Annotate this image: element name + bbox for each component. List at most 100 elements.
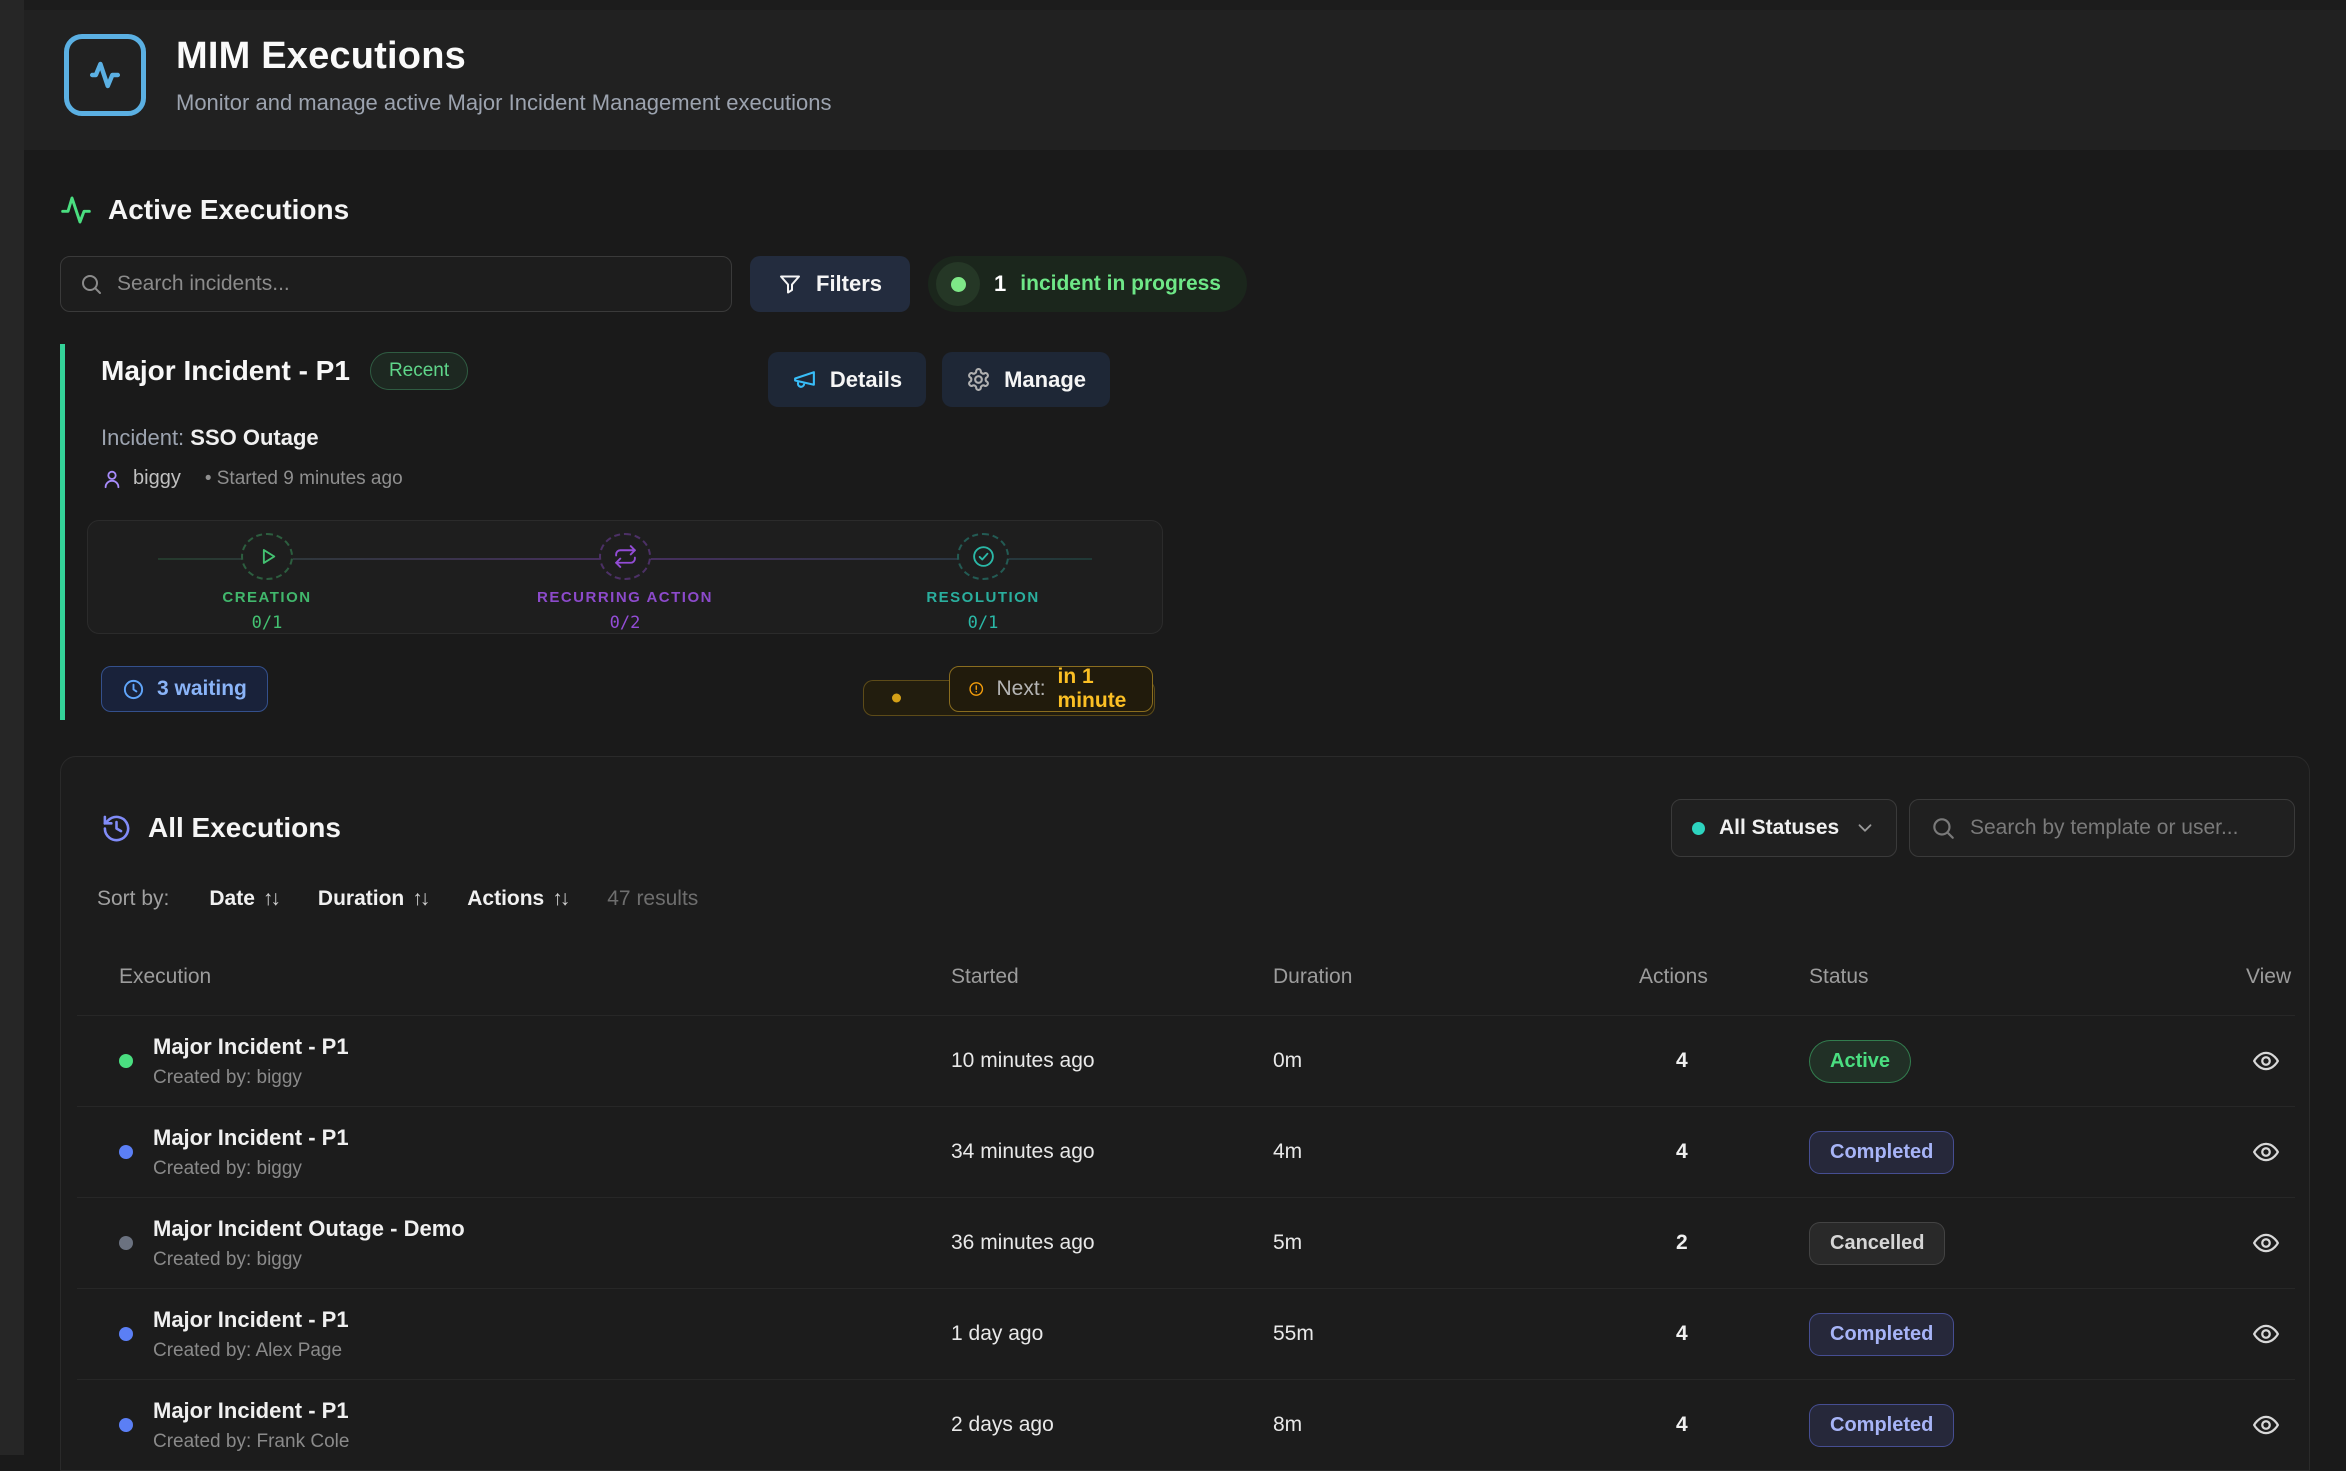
sort-date-button[interactable]: Date ↑↓	[209, 887, 278, 911]
alert-circle-icon	[968, 677, 985, 701]
table-row: Major Incident Outage - Demo Created by:…	[77, 1197, 2295, 1288]
view-button[interactable]	[2247, 1315, 2285, 1353]
creator-name: biggy	[133, 467, 181, 490]
view-button[interactable]	[2247, 1406, 2285, 1444]
active-executions-heading: Active Executions	[60, 194, 2310, 226]
stages-panel: CREATION 0/1 RECURRING ACTION 0/2 RESOLU…	[87, 520, 1163, 634]
actions-count: 4	[1639, 1413, 1809, 1437]
incident-in-progress-badge: 1 incident in progress	[928, 256, 1247, 312]
started-ago-text: • Started 9 minutes ago	[205, 468, 403, 490]
waiting-badge: 3 waiting	[101, 666, 268, 712]
pulse-dot-halo	[936, 262, 980, 306]
started-value: 10 minutes ago	[951, 1049, 1273, 1073]
execution-created-by: Created by: biggy	[153, 1158, 349, 1180]
duration-value: 4m	[1273, 1140, 1639, 1164]
green-dot-icon	[951, 277, 966, 292]
incident-count: 1	[994, 271, 1006, 297]
incident-line: Incident: SSO Outage	[101, 425, 1110, 451]
incident-search-input[interactable]	[117, 272, 713, 296]
sort-duration-label: Duration	[318, 887, 404, 911]
col-view: View	[2246, 965, 2299, 989]
actions-count: 4	[1639, 1049, 1809, 1073]
activity-square-icon	[64, 34, 146, 116]
row-status-dot-icon	[119, 1418, 133, 1432]
execution-title: Major Incident Outage - Demo	[153, 1216, 465, 1242]
row-status-dot-icon	[119, 1145, 133, 1159]
sort-actions-label: Actions	[467, 887, 544, 911]
all-executions-title: All Executions	[148, 812, 341, 844]
sort-by-label: Sort by:	[97, 887, 169, 911]
status-badge: Completed	[1809, 1313, 1954, 1356]
incident-progress-label: incident in progress	[1020, 272, 1221, 296]
execution-created-by: Created by: Alex Page	[153, 1340, 349, 1362]
sort-date-label: Date	[209, 887, 255, 911]
execution-created-by: Created by: biggy	[153, 1249, 465, 1271]
all-executions-panel: All Executions All Statuses	[60, 756, 2310, 1471]
row-status-dot-icon	[119, 1054, 133, 1068]
execution-card-title: Major Incident - P1	[101, 355, 350, 387]
eye-icon	[2251, 1137, 2281, 1167]
execution-title: Major Incident - P1	[153, 1398, 349, 1424]
eye-icon	[2251, 1410, 2281, 1440]
view-button[interactable]	[2247, 1133, 2285, 1171]
execution-created-by: Created by: Frank Cole	[153, 1431, 349, 1453]
sort-duration-button[interactable]: Duration ↑↓	[318, 887, 427, 911]
table-row: Major Incident - P1 Created by: Frank Co…	[77, 1379, 2295, 1470]
check-circle-stage-circle	[957, 533, 1009, 580]
view-button[interactable]	[2247, 1224, 2285, 1262]
execution-title: Major Incident - P1	[153, 1034, 349, 1060]
details-button[interactable]: Details	[768, 352, 926, 407]
status-badge: Completed	[1809, 1131, 1954, 1174]
stage-name: CREATION	[222, 589, 311, 606]
manage-button[interactable]: Manage	[942, 352, 1110, 407]
duration-value: 0m	[1273, 1049, 1639, 1073]
stage: CREATION 0/1	[88, 521, 446, 633]
sort-arrows-icon: ↑↓	[552, 887, 567, 911]
active-executions-title: Active Executions	[108, 194, 349, 226]
history-icon	[101, 813, 132, 844]
executions-table: Execution Started Duration Actions Statu…	[77, 945, 2295, 1470]
started-value: 36 minutes ago	[951, 1231, 1273, 1255]
started-value: 1 day ago	[951, 1322, 1273, 1346]
table-row: Major Incident - P1 Created by: biggy 10…	[77, 1015, 2295, 1106]
pulse-icon	[60, 194, 92, 226]
started-value: 2 days ago	[951, 1413, 1273, 1437]
search-icon	[79, 272, 103, 296]
status-dot-icon	[1692, 822, 1705, 835]
status-filter-dropdown[interactable]: All Statuses	[1671, 799, 1897, 857]
play-stage-circle	[241, 533, 293, 580]
user-icon	[101, 468, 123, 490]
table-row: Major Incident - P1 Created by: Alex Pag…	[77, 1288, 2295, 1379]
page-title: MIM Executions	[176, 35, 831, 78]
col-duration: Duration	[1273, 965, 1639, 989]
stage-count: 0/1	[968, 613, 999, 633]
recent-badge: Recent	[370, 352, 468, 390]
template-search-input[interactable]	[1970, 816, 2274, 840]
stage: RECURRING ACTION 0/2	[446, 521, 804, 633]
status-badge: Completed	[1809, 1404, 1954, 1447]
status-filter-value: All Statuses	[1719, 816, 1840, 840]
sort-arrows-icon: ↑↓	[412, 887, 427, 911]
sort-actions-button[interactable]: Actions ↑↓	[467, 887, 567, 911]
search-icon	[1930, 815, 1956, 841]
col-status: Status	[1809, 965, 2246, 989]
header-text: MIM Executions Monitor and manage active…	[176, 35, 831, 116]
actions-count: 2	[1639, 1231, 1809, 1255]
table-row: Major Incident - P1 Created by: biggy 34…	[77, 1106, 2295, 1197]
execution-created-by: Created by: biggy	[153, 1067, 349, 1089]
waiting-label: 3 waiting	[157, 677, 247, 701]
active-execution-card: Major Incident - P1 Recent Details Manag…	[60, 344, 1110, 720]
filters-label: Filters	[816, 271, 882, 297]
page-header: MIM Executions Monitor and manage active…	[24, 0, 2346, 150]
view-button[interactable]	[2247, 1042, 2285, 1080]
col-started: Started	[951, 965, 1273, 989]
table-body: Major Incident - P1 Created by: biggy 10…	[77, 1015, 2295, 1470]
stage-count: 0/1	[252, 613, 283, 633]
details-label: Details	[830, 367, 902, 393]
sort-arrows-icon: ↑↓	[263, 887, 278, 911]
play-icon	[255, 544, 280, 569]
row-status-dot-icon	[119, 1327, 133, 1341]
stage: RESOLUTION 0/1	[804, 521, 1162, 633]
filters-button[interactable]: Filters	[750, 256, 910, 312]
actions-count: 4	[1639, 1322, 1809, 1346]
